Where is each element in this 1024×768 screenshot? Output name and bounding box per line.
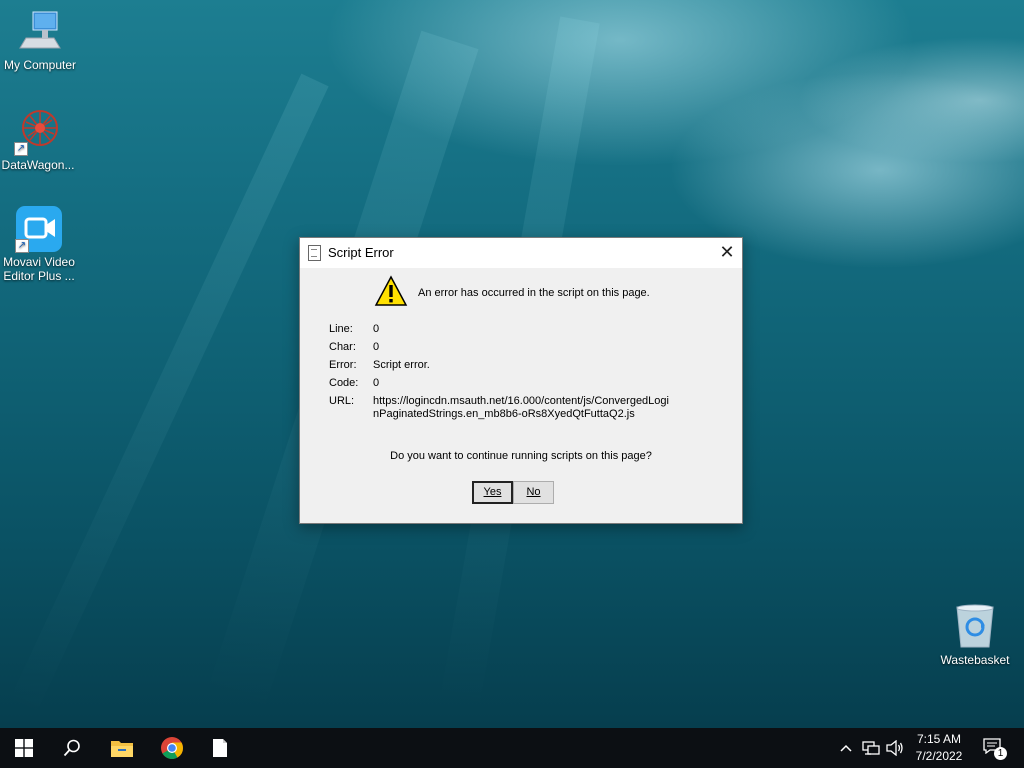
- yes-button[interactable]: Yes: [472, 481, 513, 504]
- shortcut-arrow-icon: ↗: [15, 239, 29, 253]
- error-label: Error:: [329, 359, 357, 371]
- desktop-icon-datawagon[interactable]: ↗ DataWagon...: [0, 108, 78, 172]
- network-icon: [862, 741, 880, 755]
- script-error-dialog: Script Error ✕ An error has occurred in …: [299, 237, 743, 524]
- line-value: 0: [373, 323, 380, 335]
- continue-question: Do you want to continue running scripts …: [390, 450, 652, 462]
- computer-icon: [16, 8, 64, 56]
- char-value: 0: [373, 341, 380, 353]
- desktop-icon-label: Movavi Video Editor Plus ...: [3, 255, 75, 283]
- recycle-bin-icon: [951, 603, 999, 651]
- url-value: https://logincdn.msauth.net/16.000/conte…: [373, 395, 669, 420]
- dialog-title: Script Error: [328, 245, 394, 260]
- char-label: Char:: [329, 341, 356, 353]
- folder-icon: [111, 741, 133, 757]
- windows-logo-icon: [15, 739, 33, 757]
- taskbar-notepad[interactable]: [196, 728, 244, 768]
- start-button[interactable]: [0, 728, 48, 768]
- desktop-icon-wastebasket[interactable]: Wastebasket: [935, 603, 1015, 667]
- notification-icon: 1: [983, 738, 1007, 760]
- clock-date: 7/2/2022: [915, 749, 963, 763]
- document-icon: [308, 245, 321, 261]
- show-hidden-icons-button[interactable]: [836, 728, 856, 768]
- desktop-icon-label: DataWagon...: [1, 158, 75, 172]
- line-label: Line:: [329, 323, 353, 335]
- search-icon: [63, 739, 80, 757]
- dialog-titlebar[interactable]: Script Error ✕: [300, 238, 742, 268]
- search-button[interactable]: [48, 728, 96, 768]
- desktop-icon-my-computer[interactable]: My Computer: [0, 8, 80, 72]
- code-label: Code:: [329, 377, 359, 389]
- desktop-background: My Computer ↗ DataWagon... ↗ Movavi Vide…: [0, 0, 1024, 728]
- taskbar-chrome[interactable]: [148, 728, 196, 768]
- chrome-icon: [161, 737, 183, 759]
- error-value: Script error.: [373, 359, 430, 371]
- no-button[interactable]: No: [513, 481, 554, 504]
- taskbar: 7:15 AM 7/2/2022 1: [0, 728, 1024, 768]
- datawagon-icon: ↗: [14, 108, 62, 156]
- code-value: 0: [373, 377, 380, 389]
- close-button[interactable]: ✕: [712, 238, 742, 268]
- desktop-icon-label: My Computer: [3, 58, 77, 72]
- movavi-icon: ↗: [15, 205, 63, 253]
- error-message: An error has occurred in the script on t…: [418, 287, 650, 299]
- shortcut-arrow-icon: ↗: [14, 142, 28, 156]
- url-label: URL:: [329, 395, 355, 407]
- warning-icon: [374, 275, 408, 307]
- taskbar-file-explorer[interactable]: [98, 728, 146, 768]
- desktop-icon-label: Wastebasket: [940, 653, 1010, 667]
- yes-button-label: Yes: [483, 486, 502, 498]
- no-button-label: No: [526, 486, 541, 498]
- desktop-icon-movavi[interactable]: ↗ Movavi Video Editor Plus ...: [0, 205, 79, 283]
- action-center-button[interactable]: 1: [978, 728, 1008, 768]
- clock-time: 7:15 AM: [916, 732, 962, 746]
- network-button[interactable]: [860, 728, 882, 768]
- clock[interactable]: 7:15 AM 7/2/2022: [908, 728, 970, 768]
- chevron-up-icon: [840, 744, 852, 752]
- speaker-icon: [886, 740, 903, 756]
- notification-badge: 1: [994, 747, 1007, 760]
- document-icon: [213, 739, 227, 757]
- volume-button[interactable]: [884, 728, 906, 768]
